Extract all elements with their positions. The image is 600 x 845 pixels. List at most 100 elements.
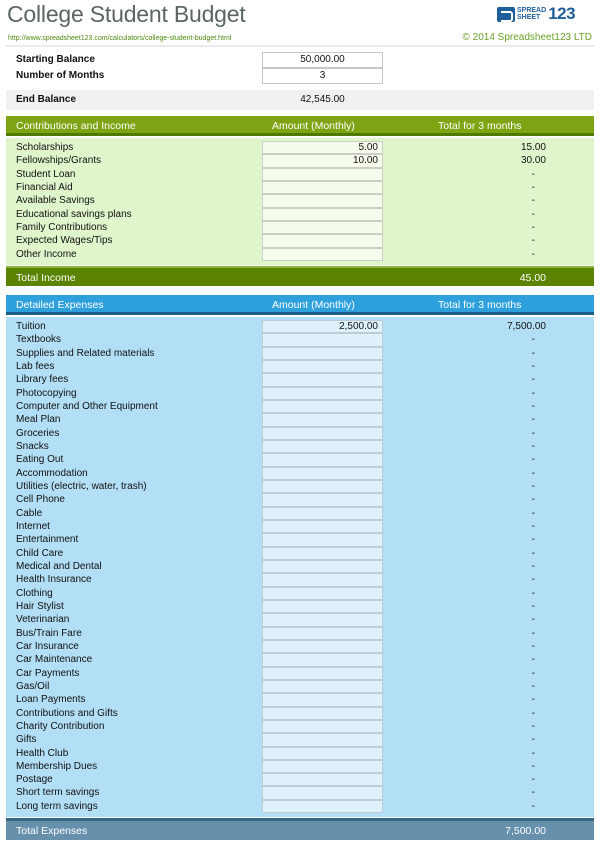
- expense-amount-input[interactable]: [262, 493, 383, 507]
- income-row: Fellowships/Grants 10.00 30.00: [6, 154, 594, 168]
- income-row-total: -: [531, 221, 535, 233]
- expense-row-label: Textbooks: [16, 334, 62, 346]
- expense-amount-input[interactable]: [262, 413, 383, 427]
- expense-row: Supplies and Related materials -: [6, 346, 594, 360]
- expense-amount-input[interactable]: [262, 346, 383, 360]
- income-row-label: Fellowships/Grants: [16, 155, 102, 167]
- income-row-label: Educational savings plans: [16, 208, 132, 220]
- income-amount-input[interactable]: [262, 180, 383, 195]
- expense-row: Entertainment -: [6, 533, 594, 547]
- expense-row: Cable -: [6, 506, 594, 520]
- starting-balance-input[interactable]: 50,000.00: [262, 52, 383, 68]
- income-amount-input[interactable]: [262, 167, 383, 181]
- expense-row: Textbooks -: [6, 333, 594, 347]
- expense-row-label: Groceries: [16, 427, 60, 439]
- expense-row-total: -: [531, 680, 535, 692]
- expense-amount-input[interactable]: [262, 773, 383, 787]
- expenses-section-header: Detailed Expenses Amount (Monthly) Total…: [6, 295, 594, 315]
- expense-amount-input[interactable]: [262, 426, 383, 440]
- expense-row: Bus/Train Fare -: [6, 626, 594, 640]
- logo-icon: [497, 6, 515, 22]
- expense-row-label: Bus/Train Fare: [16, 627, 82, 639]
- expense-amount-input[interactable]: [262, 546, 383, 560]
- expense-row-label: Cell Phone: [16, 494, 65, 506]
- expense-amount-input[interactable]: [262, 639, 383, 654]
- end-balance-row: End Balance 42,545.00: [6, 90, 594, 110]
- expense-row: Child Care -: [6, 546, 594, 560]
- expense-amount-input[interactable]: [262, 439, 383, 454]
- income-row-label: Other Income: [16, 248, 77, 260]
- income-amount-input[interactable]: [262, 207, 383, 221]
- income-amount-input[interactable]: 10.00: [262, 154, 383, 168]
- expense-row: Health Club -: [6, 746, 594, 760]
- expense-row: Lab fees -: [6, 359, 594, 374]
- expense-row-label: Computer and Other Equipment: [16, 400, 158, 412]
- expense-row-total: -: [531, 360, 535, 372]
- expense-amount-input[interactable]: [262, 559, 383, 574]
- expense-amount-input[interactable]: [262, 799, 383, 814]
- income-amount-input[interactable]: [262, 220, 383, 235]
- income-amount-input[interactable]: [262, 234, 383, 248]
- income-row-total: -: [531, 168, 535, 180]
- expense-amount-input[interactable]: [262, 719, 383, 734]
- expense-row-label: Photocopying: [16, 387, 77, 399]
- income-amount-input[interactable]: [262, 247, 383, 261]
- expense-amount-input[interactable]: [262, 586, 383, 600]
- income-amount-input[interactable]: [262, 194, 383, 208]
- expense-row: Hair Stylist -: [6, 599, 594, 614]
- logo-number: 123: [548, 4, 576, 23]
- expense-row-label: Postage: [16, 774, 53, 786]
- expense-amount-input[interactable]: [262, 599, 383, 614]
- expense-amount-input[interactable]: [262, 399, 383, 414]
- expense-amount-input[interactable]: [262, 626, 383, 640]
- expense-row-total: -: [531, 440, 535, 452]
- expense-amount-input[interactable]: [262, 466, 383, 480]
- expense-amount-input[interactable]: [262, 373, 383, 387]
- header-divider: [6, 45, 594, 47]
- expense-row: Charity Contribution -: [6, 719, 594, 734]
- expense-row: Postage -: [6, 773, 594, 787]
- expense-amount-input[interactable]: [262, 679, 383, 694]
- expense-row-label: Gifts: [16, 734, 37, 746]
- expense-row-label: Snacks: [16, 440, 49, 452]
- total-income-row: Total Income 45.00: [6, 266, 594, 286]
- starting-balance-row: Starting Balance 50,000.00: [6, 52, 594, 68]
- expense-amount-input[interactable]: [262, 693, 383, 707]
- expense-amount-input[interactable]: [262, 666, 383, 680]
- expense-amount-input[interactable]: [262, 759, 383, 774]
- income-table: Scholarships 5.00 15.00 Fellowships/Grants 1…: [6, 138, 594, 265]
- expense-row-total: -: [531, 494, 535, 506]
- expense-amount-input[interactable]: [262, 786, 383, 800]
- expense-amount-input[interactable]: [262, 359, 383, 374]
- income-row-label: Expected Wages/Tips: [16, 235, 113, 247]
- expense-row-label: Child Care: [16, 547, 64, 559]
- expense-amount-input[interactable]: 2,500.00: [262, 320, 383, 334]
- expense-row-total: -: [531, 534, 535, 546]
- expense-row-total: -: [531, 480, 535, 492]
- expense-amount-input[interactable]: [262, 746, 383, 760]
- income-row-label: Financial Aid: [16, 181, 73, 193]
- expense-amount-input[interactable]: [262, 453, 383, 467]
- expense-row: Short term savings -: [6, 786, 594, 800]
- income-row: Expected Wages/Tips -: [6, 234, 594, 248]
- expense-amount-input[interactable]: [262, 573, 383, 587]
- expense-amount-input[interactable]: [262, 706, 383, 720]
- number-of-months-input[interactable]: 3: [262, 68, 383, 84]
- source-url-link[interactable]: http://www.spreadsheet123.com/calculator…: [8, 35, 231, 42]
- income-amount-input[interactable]: 5.00: [262, 141, 383, 155]
- expense-amount-input[interactable]: [262, 506, 383, 520]
- expense-amount-input[interactable]: [262, 386, 383, 400]
- expense-amount-input[interactable]: [262, 333, 383, 347]
- expense-amount-input[interactable]: [262, 519, 383, 534]
- income-row: Family Contributions -: [6, 220, 594, 235]
- expense-row-total: -: [531, 600, 535, 612]
- expense-row-total: -: [531, 400, 535, 412]
- expense-amount-input[interactable]: [262, 533, 383, 547]
- income-row: Educational savings plans -: [6, 207, 594, 221]
- expense-amount-input[interactable]: [262, 479, 383, 494]
- expense-row: Internet -: [6, 519, 594, 534]
- expense-row-total: -: [531, 334, 535, 346]
- expense-amount-input[interactable]: [262, 653, 383, 667]
- expense-amount-input[interactable]: [262, 733, 383, 747]
- expense-amount-input[interactable]: [262, 613, 383, 627]
